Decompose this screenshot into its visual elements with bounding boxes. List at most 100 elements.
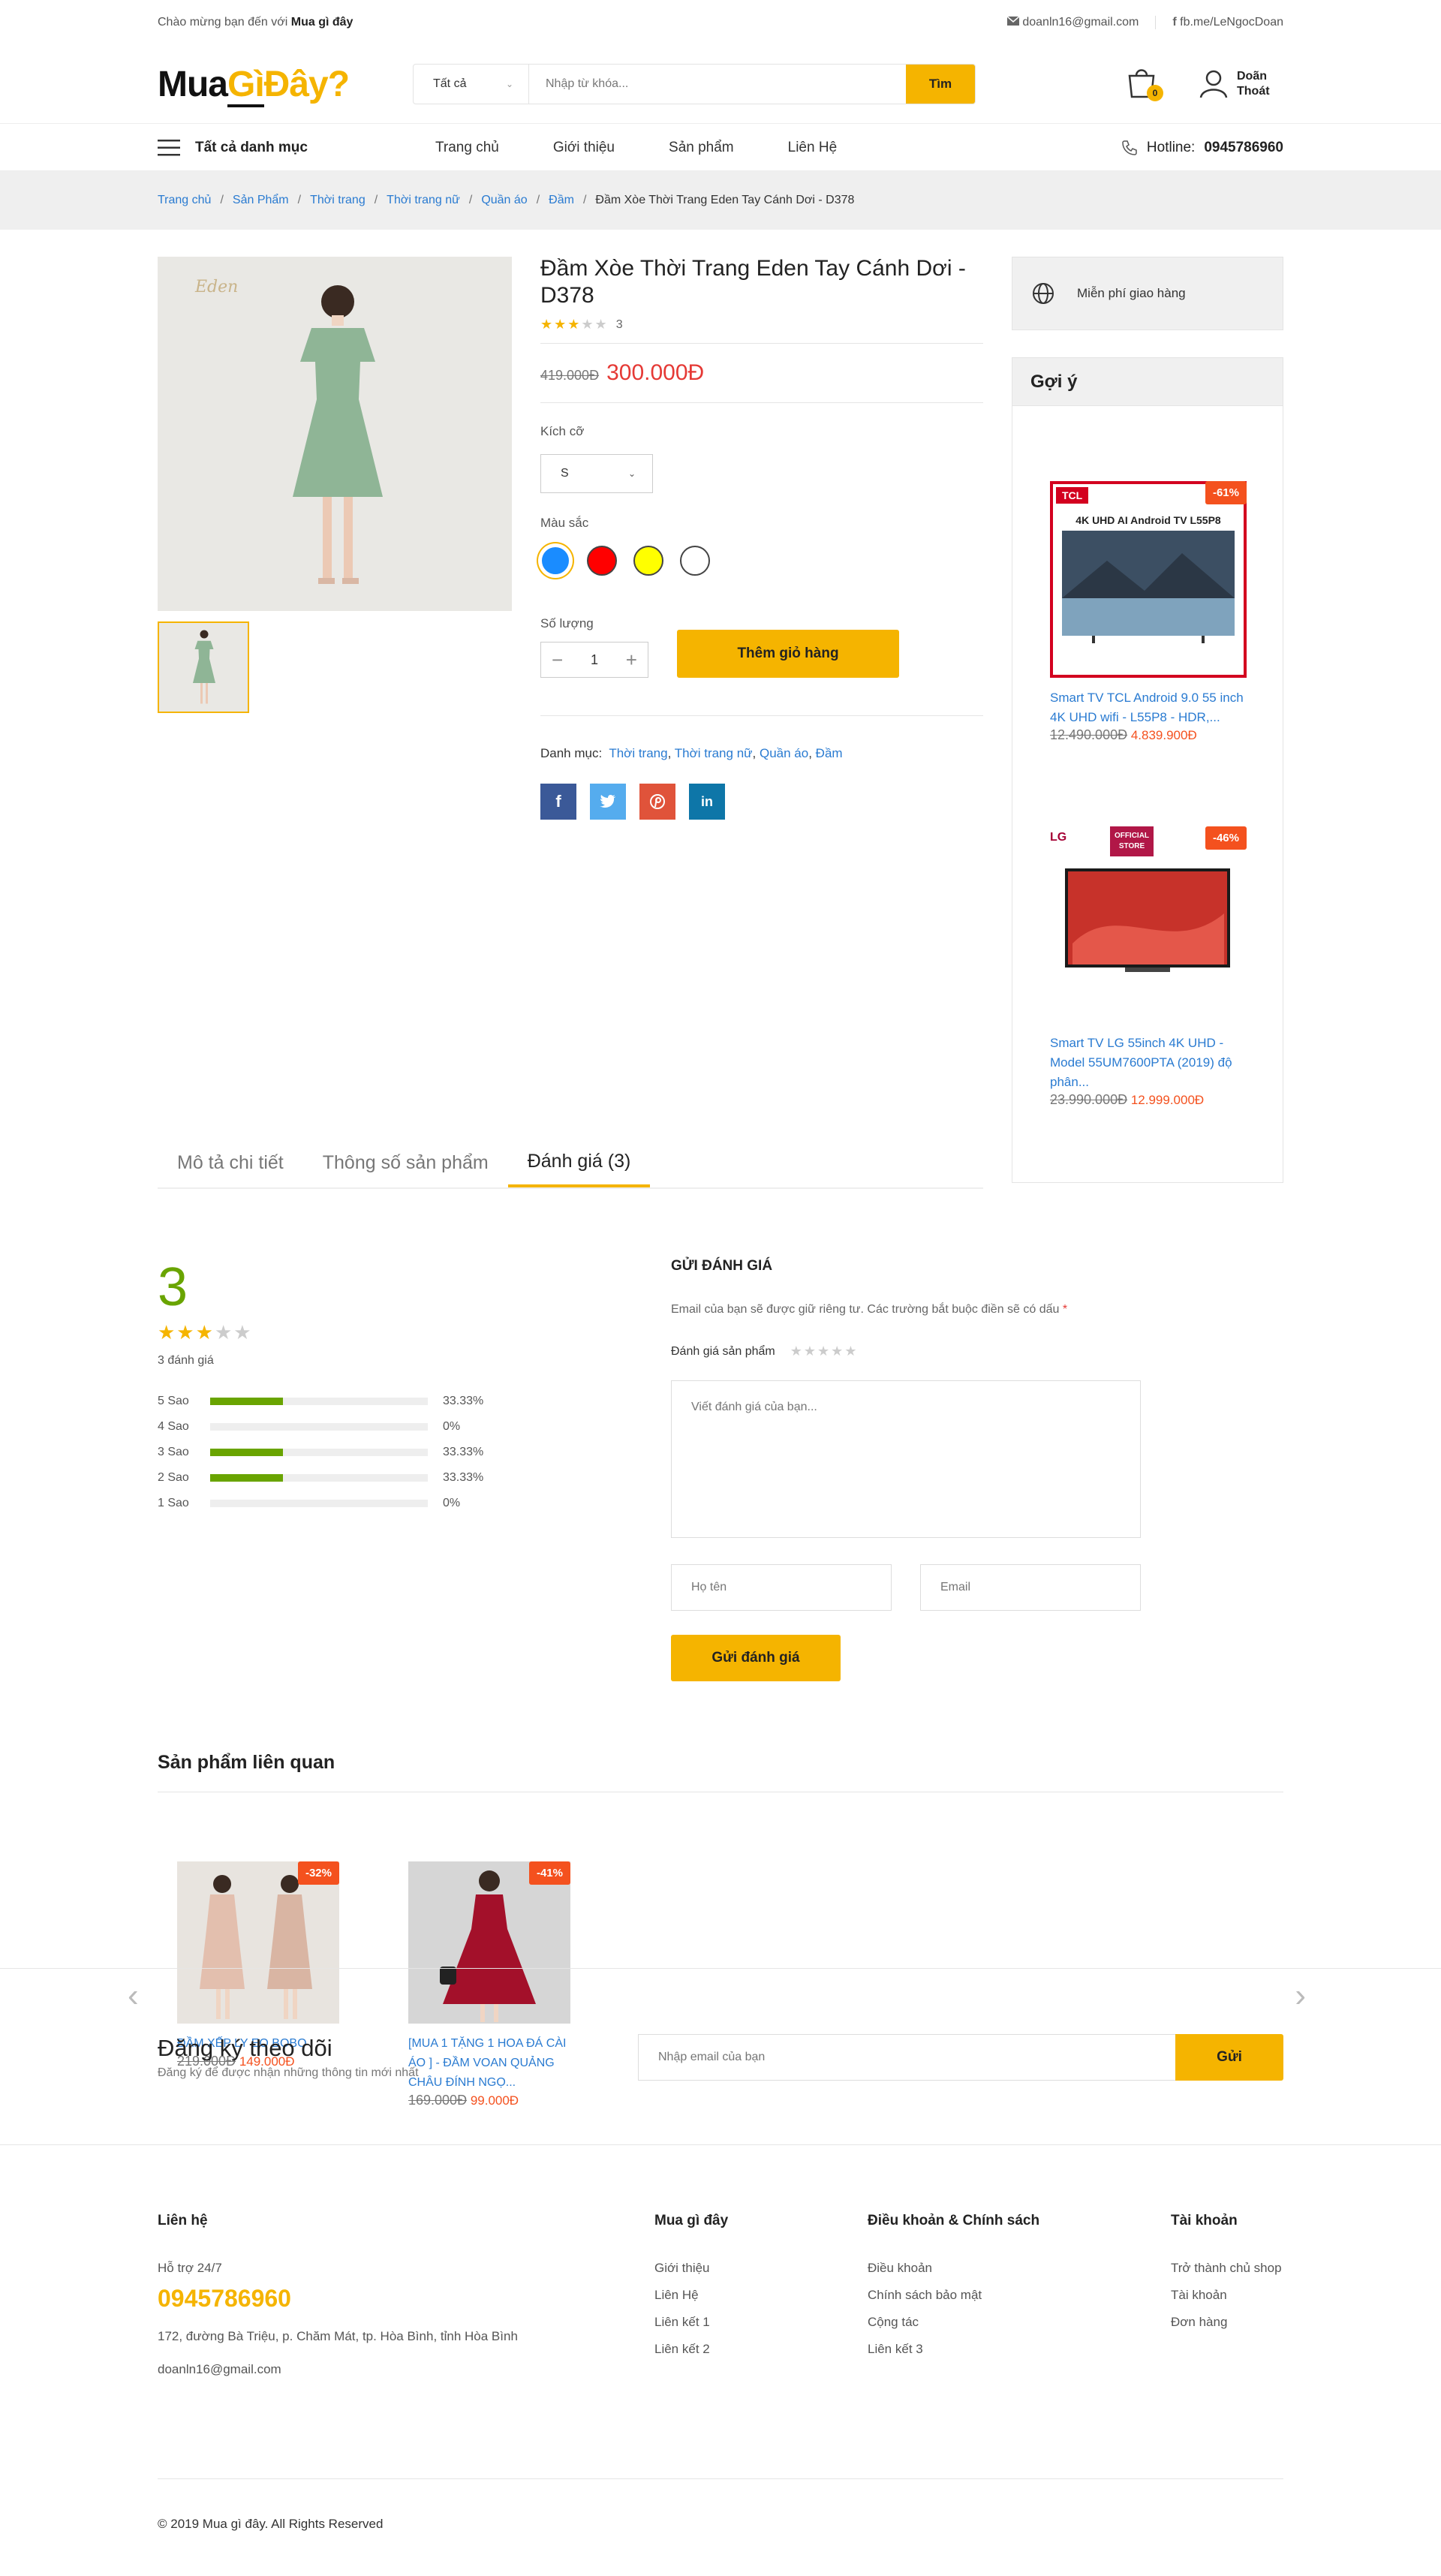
size-select[interactable]: S ⌄ [540, 454, 653, 493]
search-button[interactable]: Tìm [906, 65, 975, 104]
tv-tcl-image[interactable]: TCL 4K UHD AI Android TV L55P8 -61% [1050, 481, 1247, 678]
old-price: 419.000Đ [540, 368, 600, 383]
suggested-product[interactable]: TCL 4K UHD AI Android TV L55P8 -61% Smar… [1050, 481, 1247, 743]
required-mark: * [1062, 1303, 1068, 1316]
tab-description[interactable]: Mô tả chi tiết [158, 1138, 303, 1187]
tab-reviews[interactable]: Đánh giá (3) [507, 1138, 651, 1187]
tab-specifications[interactable]: Thông số sản phẩm [303, 1138, 508, 1187]
category-link[interactable]: Thời trang nữ [675, 746, 753, 760]
footer-link[interactable]: Chính sách bảo mật [868, 2282, 1039, 2309]
footer-link[interactable]: Điều khoản [868, 2255, 1039, 2282]
product-title: Đầm Xòe Thời Trang Eden Tay Cánh Dơi - D… [540, 256, 966, 308]
tcl-banner-text: 4K UHD AI Android TV L55P8 [1075, 514, 1221, 526]
rate-stars-input[interactable]: ★★★★★ [790, 1344, 859, 1359]
subscribe-button[interactable]: Gửi [1175, 2034, 1283, 2081]
divider [540, 715, 983, 716]
footer-link[interactable]: Đơn hàng [1171, 2309, 1282, 2336]
email-field[interactable] [920, 1564, 1141, 1611]
product-tabs: Mô tả chi tiết Thông số sản phẩm Đánh gi… [158, 1138, 983, 1189]
review-textarea[interactable] [671, 1380, 1141, 1538]
name-field[interactable] [671, 1564, 892, 1611]
breadcrumb-women-fashion[interactable]: Thời trang nữ [387, 194, 460, 207]
product-main-image[interactable]: Eden [158, 257, 512, 611]
minus-icon[interactable]: − [552, 649, 563, 672]
color-swatch-yellow[interactable] [633, 546, 663, 576]
twitter-share-icon[interactable] [590, 784, 626, 820]
breadcrumb-separator: / [536, 194, 540, 206]
chevron-down-icon: ⌄ [505, 79, 513, 89]
all-categories-button[interactable]: Tất cả danh mục [158, 140, 435, 156]
search-input[interactable] [529, 65, 906, 104]
color-swatch-red[interactable] [587, 546, 617, 576]
quantity-value[interactable]: 1 [591, 652, 598, 668]
suggested-product[interactable]: LG OFFICIAL STORE -46% Smart TV LG 55inc… [1050, 826, 1247, 1108]
product-price: 419.000Đ 300.000Đ [540, 344, 983, 402]
search-bar: Tất cả⌄ Tìm [413, 64, 976, 104]
subscribe-email-input[interactable] [638, 2034, 1175, 2081]
footer-link[interactable]: Liên kết 2 [654, 2336, 728, 2363]
category-link[interactable]: Quần áo [760, 746, 808, 760]
footer-link[interactable]: Trở thành chủ shop [1171, 2255, 1282, 2282]
tv-lg-image[interactable]: LG OFFICIAL STORE -46% [1050, 826, 1247, 1023]
product-info: Đầm Xòe Thời Trang Eden Tay Cánh Dơi - D… [540, 255, 983, 820]
site-logo[interactable]: MuaGìĐây? [158, 64, 413, 107]
color-swatch-white[interactable] [680, 546, 710, 576]
breadcrumb-dresses[interactable]: Đầm [549, 194, 574, 207]
rating-bar-fill [210, 1449, 283, 1456]
user-name[interactable]: Doãn [1237, 69, 1270, 84]
pinterest-logo-icon [650, 794, 665, 809]
logout-link[interactable]: Thoát [1237, 84, 1270, 99]
footer-link[interactable]: Liên kết 3 [868, 2336, 1039, 2363]
nav-link-products[interactable]: Sản phẩm [669, 140, 734, 156]
footer: Liên hệ Hỗ trợ 24/7 0945786960 172, đườn… [0, 2145, 1441, 2576]
top-bar: Chào mừng bạn đến với Mua gì đây doanln1… [0, 0, 1441, 45]
footer-col-account: Tài khoản Trở thành chủ shop Tài khoản Đ… [1171, 2213, 1282, 2336]
plus-icon[interactable]: + [626, 649, 637, 672]
footer-link[interactable]: Cộng tác [868, 2309, 1039, 2336]
breadcrumb: Trang chủ / Sản Phẩm / Thời trang / Thời tr… [0, 171, 1441, 230]
add-to-cart-button[interactable]: Thêm giỏ hàng [677, 630, 899, 678]
footer-link[interactable]: Liên Hệ [654, 2282, 728, 2309]
footer-phone[interactable]: 0945786960 [158, 2285, 518, 2313]
footer-link[interactable]: Tài khoản [1171, 2282, 1282, 2309]
footer-link[interactable]: Liên kết 1 [654, 2309, 728, 2336]
product-thumbnail[interactable] [158, 621, 249, 713]
breadcrumb-products[interactable]: Sản Phẩm [233, 194, 289, 207]
breadcrumb-fashion[interactable]: Thời trang [310, 194, 366, 207]
category-link[interactable]: Đầm [816, 746, 843, 760]
footer-col-title: Tài khoản [1171, 2213, 1238, 2228]
nav-link-contact[interactable]: Liên Hệ [788, 140, 838, 156]
color-swatch-blue[interactable] [540, 546, 570, 576]
subscribe-section: Đăng ký theo dõi Đăng ký để được nhận nh… [0, 1968, 1441, 2145]
suggested-product-name[interactable]: Smart TV TCL Android 9.0 55 inch 4K UHD … [1050, 688, 1247, 727]
rating-stars: ★★★★★ [540, 317, 609, 332]
hotline: Hotline: 0945786960 [1121, 140, 1283, 156]
pinterest-share-icon[interactable] [639, 784, 675, 820]
cart-button[interactable]: 0 [1126, 65, 1163, 103]
phone-icon [1122, 140, 1137, 155]
category-select[interactable]: Tất cả ⌄ [414, 65, 529, 104]
linkedin-share-icon[interactable]: in [689, 784, 725, 820]
breadcrumb-home[interactable]: Trang chủ [158, 194, 211, 207]
user-menu[interactable]: Doãn Thoát [1199, 69, 1270, 99]
top-facebook-link[interactable]: f fb.me/LeNgocDoan [1172, 16, 1283, 29]
footer-email[interactable]: doanln16@gmail.com [158, 2356, 518, 2383]
category-link[interactable]: Thời trang [609, 746, 667, 760]
welcome-site-link[interactable]: Mua gì đây [291, 16, 353, 29]
nav-link-about[interactable]: Giới thiệu [553, 140, 615, 156]
suggested-product-name[interactable]: Smart TV LG 55inch 4K UHD - Model 55UM76… [1050, 1034, 1247, 1092]
facebook-share-icon[interactable]: f [540, 784, 576, 820]
suggested-product-price: 12.490.000Đ 4.839.900Đ [1050, 727, 1197, 742]
nav-link-home[interactable]: Trang chủ [435, 140, 499, 156]
discount-badge: -46% [1205, 826, 1247, 850]
top-email-link[interactable]: doanln16@gmail.com [1006, 16, 1139, 29]
breadcrumb-separator: / [582, 194, 587, 206]
subscribe-form: Gửi [638, 2034, 1283, 2081]
rating-bar: 1 Sao 0% [158, 1497, 461, 1509]
submit-review-button[interactable]: Gửi đánh giá [671, 1635, 841, 1681]
privacy-note: Email của bạn sẽ được giữ riêng tư. Các … [671, 1303, 1068, 1316]
breadcrumb-clothes[interactable]: Quần áo [481, 194, 527, 207]
hotline-number[interactable]: 0945786960 [1204, 140, 1283, 156]
breadcrumb-separator: / [220, 194, 224, 206]
footer-link[interactable]: Giới thiệu [654, 2255, 728, 2282]
